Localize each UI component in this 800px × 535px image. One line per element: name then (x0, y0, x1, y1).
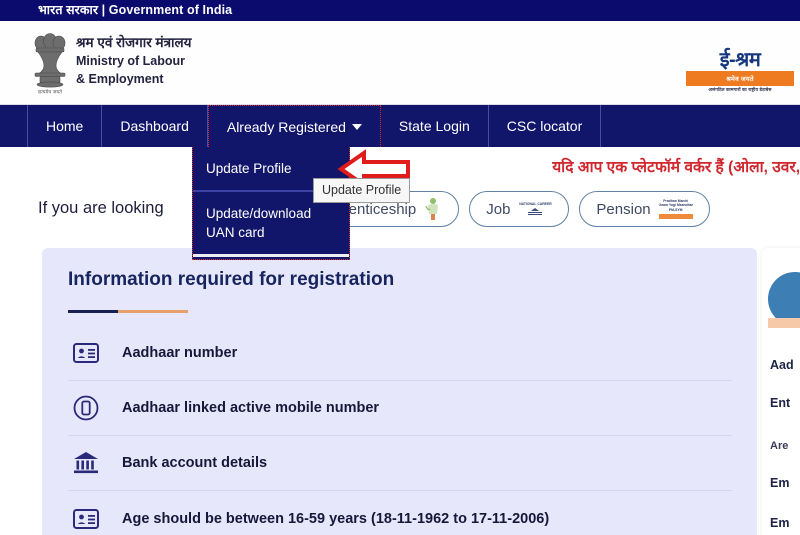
ministry-name-hindi: श्रम एवं रोजगार मंत्रालय (76, 35, 192, 50)
avatar-base-shape (768, 318, 800, 328)
chevron-down-icon (351, 123, 362, 130)
eshram-logo[interactable]: ई-श्रम श्रमेव जयते असंगठित कामगारों का र… (686, 49, 794, 101)
information-required-card: Information required for registration Aa… (42, 248, 757, 535)
pill-job[interactable]: Job NATIONAL CAREER (469, 191, 570, 227)
nav-item-csc-locator[interactable]: CSC locator (489, 105, 602, 147)
ministry-name-english-line2: & Employment (76, 72, 164, 86)
already-registered-dropdown: Update Profile Update/download UAN card (192, 147, 350, 260)
registration-form-card: Aad Ent Are Em Em (762, 248, 800, 535)
list-item: Aadhaar number (68, 326, 732, 381)
job-logo-icon: NATIONAL CAREER (518, 198, 552, 220)
id-card-icon (72, 505, 100, 533)
bank-icon (72, 449, 100, 477)
hero-looking-label: If you are looking (38, 199, 164, 217)
ministry-title-block: श्रम एवं रोजगार मंत्रालय Ministry of Lab… (76, 33, 192, 88)
title-underline-dark (68, 310, 118, 313)
site-header: सत्यमेव जयते श्रम एवं रोजगार मंत्रालय Mi… (0, 21, 800, 105)
list-item-label: Aadhaar linked active mobile number (122, 400, 380, 416)
form-label-are: Are (770, 440, 789, 452)
id-card-icon (72, 339, 100, 367)
nav-item-already-registered-label: Already Registered (226, 118, 346, 135)
list-item: Age should be between 16-59 years (18-11… (68, 491, 732, 535)
nav-item-already-registered[interactable]: Already Registered (207, 105, 381, 147)
title-underline-orange (118, 310, 188, 313)
title-underline (68, 310, 188, 313)
form-label-employed-2: Em (770, 516, 790, 530)
pill-pension[interactable]: Pension Pradhan Mantri Shram Yogi Maandh… (579, 191, 710, 227)
nav-item-dashboard[interactable]: Dashboard (102, 105, 208, 147)
list-item: Aadhaar linked active mobile number (68, 381, 732, 436)
nav-item-home[interactable]: Home (27, 105, 103, 147)
nav-item-home-label: Home (46, 118, 84, 134)
dropdown-bottom-bar (193, 254, 349, 257)
pill-pension-label: Pension (596, 200, 651, 218)
eshram-logo-subtitle: असंगठित कामगारों का राष्ट्रीय डेटाबेस (708, 87, 772, 92)
page-title: Information required for registration (68, 269, 395, 290)
eshram-logo-title: ई-श्रम (719, 49, 761, 71)
nav-item-state-login[interactable]: State Login (381, 105, 489, 147)
nav-item-dashboard-label: Dashboard (120, 118, 189, 134)
form-label-enter: Ent (770, 396, 791, 410)
nav-item-csc-locator-label: CSC locator (506, 118, 583, 134)
eshram-logo-tagline: श्रमेव जयते (686, 71, 794, 86)
pill-job-label: Job (486, 200, 511, 218)
ministry-name-english-line1: Ministry of Labour (76, 54, 186, 68)
page-root: भारत सरकार | Government of India सत्यमेव… (0, 0, 800, 535)
nav-item-state-login-label: State Login (398, 118, 470, 134)
update-profile-tooltip: Update Profile (313, 178, 411, 203)
svg-text:सत्यमेव जयते: सत्यमेव जयते (38, 89, 62, 96)
form-label-aadhaar: Aad (770, 358, 794, 372)
government-strip-label: भारत सरकार | Government of India (38, 3, 233, 18)
main-navigation: Home Dashboard Already Registered State … (0, 105, 800, 147)
list-item: Bank account details (68, 436, 732, 491)
requirements-list: Aadhaar number Aadhaar linked active mob… (68, 326, 732, 535)
pension-logo-icon: Pradhan Mantri Shram Yogi Maandhan PM-SY… (658, 198, 693, 220)
ashoka-emblem-icon: सत्यमेव जयते (22, 31, 78, 97)
nav-items-container: Home Dashboard Already Registered State … (0, 105, 800, 147)
hero-hindi-banner: यदि आप एक प्लेटफॉर्म वर्कर हैं (ओला, उवर… (552, 159, 800, 176)
form-label-employed-1: Em (770, 476, 790, 490)
list-item-label: Age should be between 16-59 years (18-11… (122, 510, 550, 527)
apprenticeship-icon (424, 197, 442, 221)
government-strip: भारत सरकार | Government of India (0, 0, 800, 21)
list-item-label: Bank account details (122, 455, 268, 471)
list-item-label: Aadhaar number (122, 345, 238, 361)
mobile-circle-icon (72, 394, 100, 422)
